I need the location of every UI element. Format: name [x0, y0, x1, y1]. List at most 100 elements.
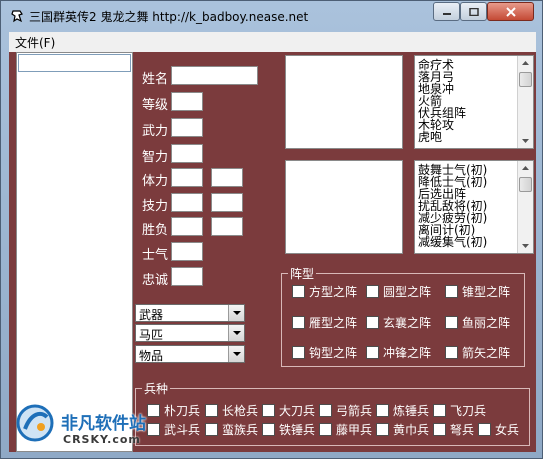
checkbox-box[interactable]	[366, 316, 379, 329]
checkbox-box[interactable]	[445, 285, 458, 298]
loyalty-field[interactable]	[171, 267, 203, 286]
weapon-select[interactable]: 武器	[135, 304, 245, 322]
checkbox-box[interactable]	[205, 404, 218, 417]
tactic-list-scrollbar[interactable]	[517, 56, 533, 148]
checkbox-label: 弓箭兵	[336, 404, 373, 418]
checkbox-box[interactable]	[292, 346, 305, 359]
checkbox-box[interactable]	[366, 285, 379, 298]
skill-current-field[interactable]	[171, 193, 203, 212]
window-title: 三国群英传2 鬼龙之舞 http://k_badboy.nease.net	[29, 10, 309, 24]
app-icon	[11, 10, 23, 23]
checkbox-box[interactable]	[262, 423, 275, 436]
scroll-down-icon[interactable]	[518, 133, 533, 148]
checkbox-box[interactable]	[445, 316, 458, 329]
chevron-down-icon	[233, 311, 241, 315]
stamina-max-field[interactable]	[211, 168, 243, 187]
list-item[interactable]: 减缓集气(初)	[418, 236, 487, 248]
checkbox-box[interactable]	[433, 423, 446, 436]
troop-checkbox[interactable]: 大刀兵	[262, 402, 315, 419]
scroll-thumb[interactable]	[519, 177, 532, 192]
general-search-input[interactable]	[18, 54, 131, 72]
portrait-panel-top[interactable]	[285, 55, 403, 149]
checkbox-label: 藤甲兵	[336, 423, 373, 437]
checkbox-label: 箭矢之阵	[462, 346, 511, 360]
list-item[interactable]: 虎咆	[418, 131, 442, 143]
minimize-button[interactable]	[433, 2, 460, 21]
scroll-thumb[interactable]	[519, 72, 532, 87]
stamina-current-field[interactable]	[171, 168, 203, 187]
formation-title: 阵型	[288, 265, 317, 282]
troop-checkbox[interactable]: 弓箭兵	[319, 402, 372, 419]
checkbox-box[interactable]	[478, 423, 491, 436]
formation-checkbox[interactable]: 锥型之阵	[445, 283, 510, 300]
force-label: 武力	[142, 124, 169, 139]
checkbox-box[interactable]	[376, 404, 389, 417]
checkbox-label: 方型之阵	[309, 285, 358, 299]
formation-checkbox[interactable]: 鱼丽之阵	[445, 314, 510, 331]
troop-checkbox[interactable]: 黄巾兵	[376, 421, 429, 438]
horse-dropdown-arrow[interactable]	[228, 325, 244, 341]
checkbox-box[interactable]	[376, 423, 389, 436]
menu-file[interactable]: 文件(F)	[15, 34, 55, 51]
checkbox-box[interactable]	[292, 285, 305, 298]
troop-checkbox[interactable]: 女兵	[478, 421, 519, 438]
scroll-up-icon[interactable]	[518, 161, 533, 176]
maximize-button[interactable]	[460, 2, 487, 21]
level-field[interactable]	[171, 92, 203, 111]
morale-label: 士气	[142, 248, 169, 263]
checkbox-box[interactable]	[319, 404, 332, 417]
formation-checkbox[interactable]: 冲锋之阵	[366, 344, 431, 361]
checkbox-label: 锥型之阵	[462, 285, 511, 299]
checkbox-box[interactable]	[366, 346, 379, 359]
special-skill-list[interactable]: 鼓舞士气(初) 降低士气(初) 后选出阵 扰乱敌将(初) 减少疲劳(初) 离间计…	[414, 160, 534, 254]
scroll-down-icon[interactable]	[518, 238, 533, 253]
checkbox-box[interactable]	[205, 423, 218, 436]
portrait-panel-bottom[interactable]	[285, 160, 403, 254]
special-list-scrollbar[interactable]	[517, 161, 533, 253]
app-window: 三国群英传2 鬼龙之舞 http://k_badboy.nease.net 文件…	[0, 0, 543, 459]
wins-field[interactable]	[171, 217, 203, 236]
item-dropdown-arrow[interactable]	[228, 346, 244, 362]
checkbox-box[interactable]	[292, 316, 305, 329]
checkbox-label: 炼锤兵	[393, 404, 430, 418]
winloss-label: 胜负	[142, 223, 169, 238]
weapon-dropdown-arrow[interactable]	[228, 305, 244, 321]
level-label: 等级	[142, 98, 169, 113]
watermark: 非凡软件站 CRSKY.com	[11, 401, 171, 453]
formation-checkbox[interactable]: 圆型之阵	[366, 283, 431, 300]
checkbox-label: 冲锋之阵	[383, 346, 432, 360]
troop-checkbox[interactable]: 炼锤兵	[376, 402, 429, 419]
formation-checkbox[interactable]: 钩型之阵	[292, 344, 357, 361]
checkbox-box[interactable]	[319, 423, 332, 436]
troop-checkbox[interactable]: 铁锤兵	[262, 421, 315, 438]
troop-checkbox[interactable]: 弩兵	[433, 421, 474, 438]
formation-checkbox[interactable]: 雁型之阵	[292, 314, 357, 331]
intellect-field[interactable]	[171, 144, 203, 163]
name-field[interactable]	[171, 66, 258, 85]
checkbox-label: 玄襄之阵	[383, 316, 432, 330]
losses-field[interactable]	[211, 217, 243, 236]
item-select[interactable]: 物品	[135, 345, 245, 363]
formation-checkbox[interactable]: 玄襄之阵	[366, 314, 431, 331]
formation-checkbox[interactable]: 方型之阵	[292, 283, 357, 300]
watermark-cn: 非凡软件站	[61, 414, 146, 434]
checkbox-box[interactable]	[262, 404, 275, 417]
formation-checkbox[interactable]: 箭矢之阵	[445, 344, 510, 361]
skill-points-label: 技力	[142, 199, 169, 214]
horse-select[interactable]: 马匹	[135, 324, 245, 342]
force-field[interactable]	[171, 118, 203, 137]
checkbox-box[interactable]	[433, 404, 446, 417]
troop-checkbox[interactable]: 长枪兵	[205, 402, 258, 419]
morale-field[interactable]	[171, 242, 203, 261]
title-bar[interactable]: 三国群英传2 鬼龙之舞 http://k_badboy.nease.net	[1, 1, 542, 32]
close-button[interactable]	[487, 2, 534, 21]
troop-checkbox[interactable]: 藤甲兵	[319, 421, 372, 438]
checkbox-box[interactable]	[445, 346, 458, 359]
troop-checkbox[interactable]: 飞刀兵	[433, 402, 486, 419]
scroll-up-icon[interactable]	[518, 56, 533, 71]
skill-max-field[interactable]	[211, 193, 243, 212]
troop-checkbox[interactable]: 蛮族兵	[205, 421, 258, 438]
tactic-skill-list[interactable]: 命疗术 落月弓 地泉冲 火箭 伏兵组阵 木轮攻 虎咆	[414, 55, 534, 149]
general-list[interactable]	[16, 52, 133, 452]
main-panel: 姓名 等级 武力 智力 体力 技力 胜负 士气 忠诚 武器 马匹 物品 命疗术 …	[9, 52, 536, 452]
